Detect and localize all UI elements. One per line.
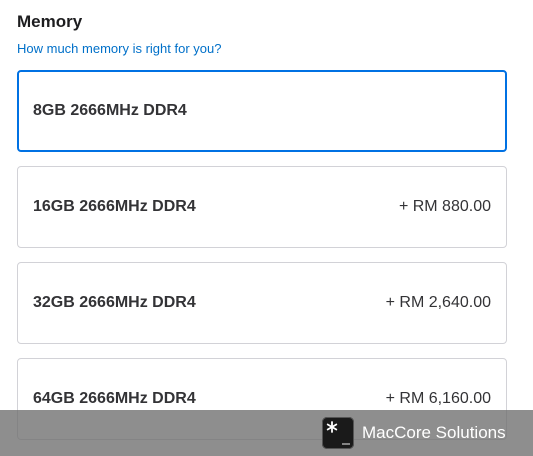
option-label: 64GB 2666MHz DDR4 xyxy=(33,390,196,407)
memory-option-8gb[interactable]: 8GB 2666MHz DDR4 xyxy=(17,70,507,152)
option-label: 16GB 2666MHz DDR4 xyxy=(33,198,196,215)
memory-option-32gb[interactable]: 32GB 2666MHz DDR4 + RM 2,640.00 xyxy=(17,262,507,344)
memory-section-title: Memory xyxy=(17,12,83,31)
option-price: + RM 2,640.00 xyxy=(385,294,491,311)
memory-help-link[interactable]: How much memory is right for you? xyxy=(17,40,221,58)
option-price: + RM 880.00 xyxy=(398,198,491,215)
option-price: + RM 6,160.00 xyxy=(385,390,491,407)
option-label: 8GB 2666MHz DDR4 xyxy=(33,102,187,119)
watermark-text: MacCore Solutions xyxy=(362,423,506,442)
terminal-asterisk-icon xyxy=(322,417,354,449)
option-label: 32GB 2666MHz DDR4 xyxy=(33,294,196,311)
memory-option-16gb[interactable]: 16GB 2666MHz DDR4 + RM 880.00 xyxy=(17,166,507,248)
watermark-bar: MacCore Solutions xyxy=(0,410,533,456)
